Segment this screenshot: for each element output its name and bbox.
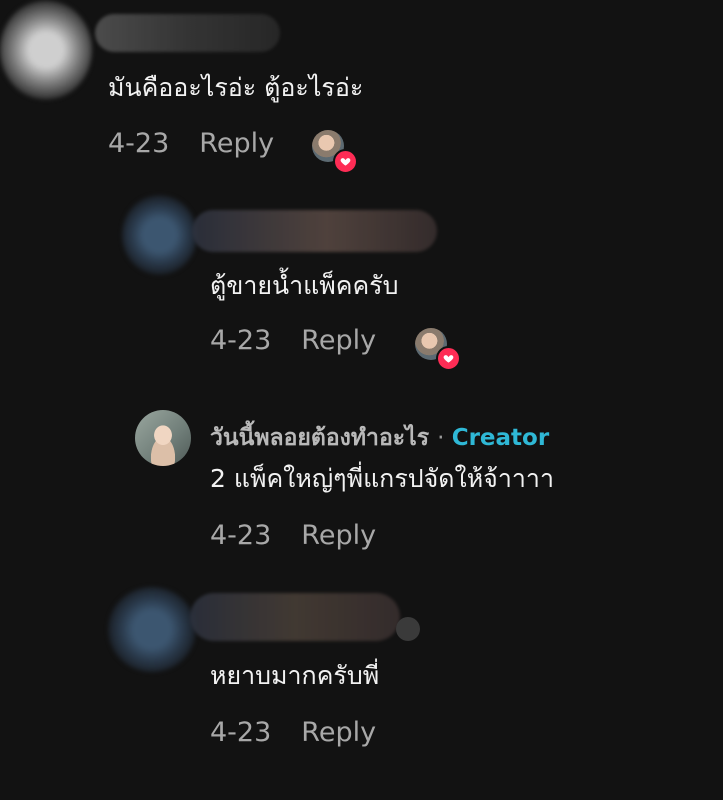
redacted-avatar bbox=[122, 195, 197, 275]
comment-1: มันคืออะไรอ่ะ ตู้อะไรอ่ะ 4-23 Reply bbox=[0, 0, 723, 180]
comment-username[interactable]: วันนี้พลอยต้องทำอะไร bbox=[210, 425, 429, 451]
redacted-avatar bbox=[108, 587, 196, 672]
comment-date: 4-23 bbox=[210, 717, 272, 748]
comment-text: หยาบมากครับพี่ bbox=[210, 661, 380, 690]
comment-username-row: วันนี้พลอยต้องทำอะไร · Creator bbox=[210, 420, 549, 456]
heart-icon bbox=[443, 355, 454, 363]
separator-dot: · bbox=[437, 425, 452, 451]
comment-meta: 4-23 Reply bbox=[108, 128, 274, 159]
comment-meta: 4-23 Reply bbox=[210, 325, 376, 356]
redacted-avatar bbox=[0, 0, 92, 100]
comment-date: 4-23 bbox=[108, 128, 170, 159]
reply-button[interactable]: Reply bbox=[301, 325, 376, 356]
heart-badge bbox=[333, 149, 358, 174]
heart-icon bbox=[340, 158, 351, 166]
creator-badge: Creator bbox=[451, 425, 550, 451]
creator-avatar[interactable] bbox=[135, 410, 191, 466]
heart-badge bbox=[436, 346, 461, 371]
comment-date: 4-23 bbox=[210, 520, 272, 551]
redacted-username bbox=[95, 14, 280, 52]
comment-text: มันคืออะไรอ่ะ ตู้อะไรอ่ะ bbox=[108, 73, 364, 102]
comment-text: ตู้ขายน้ำแพ็คครับ bbox=[210, 271, 399, 300]
reply-button[interactable]: Reply bbox=[301, 717, 376, 748]
comment-4: หยาบมากครับพี่ 4-23 Reply bbox=[0, 575, 723, 800]
comment-date: 4-23 bbox=[210, 325, 272, 356]
comment-3: วันนี้พลอยต้องทำอะไร · Creator 2 แพ็คใหญ… bbox=[0, 390, 723, 575]
reply-button[interactable]: Reply bbox=[199, 128, 274, 159]
comment-meta: 4-23 Reply bbox=[210, 520, 376, 551]
small-avatar bbox=[396, 617, 420, 641]
comment-text: 2 แพ็คใหญ่ๆพี่แกรปจัดให้จ้าาาา bbox=[210, 464, 554, 493]
comment-2: ตู้ขายน้ำแพ็คครับ 4-23 Reply bbox=[0, 180, 723, 380]
redacted-username bbox=[192, 210, 437, 252]
reply-button[interactable]: Reply bbox=[301, 520, 376, 551]
redacted-username bbox=[190, 593, 400, 641]
comment-meta: 4-23 Reply bbox=[210, 717, 376, 748]
